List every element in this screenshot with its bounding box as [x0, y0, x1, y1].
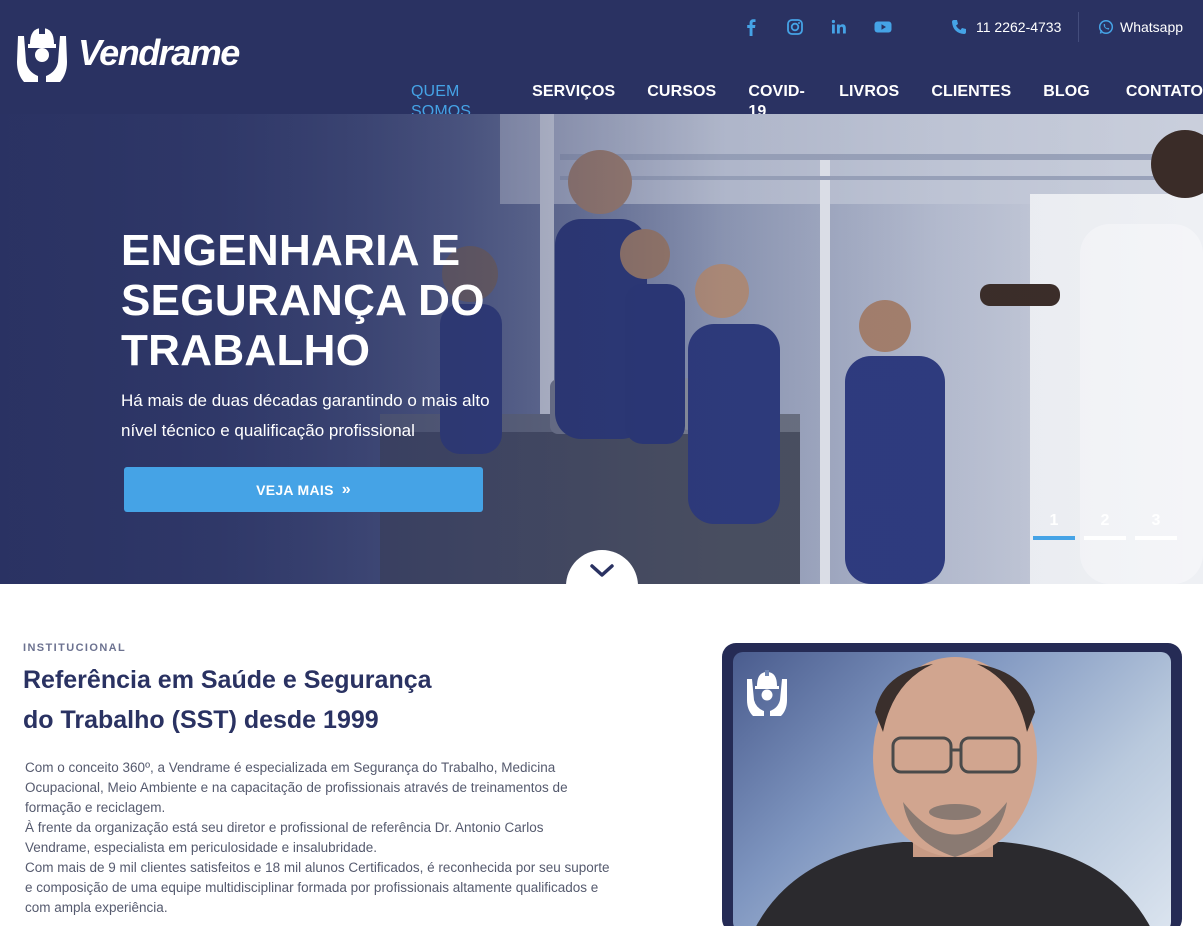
nav-item-clientes[interactable]: CLIENTES: [931, 82, 1011, 102]
linkedin-icon: [831, 19, 846, 34]
phone-number: 11 2262-4733: [976, 19, 1062, 35]
whatsapp-contact[interactable]: Whatsapp: [1098, 16, 1183, 38]
section-title: Referência em Saúde e Segurança do Traba…: [23, 666, 432, 734]
instagram-icon: [787, 19, 803, 35]
about-paragraph: Com mais de 9 mil clientes satisfeitos e…: [25, 860, 610, 915]
slide-bar: [1084, 536, 1126, 540]
about-text: Com o conceito 360º, a Vendrame é especi…: [25, 758, 610, 918]
nav-item-servicos[interactable]: SERVIÇOS: [532, 82, 615, 102]
nav-item-contato[interactable]: CONTATO: [1126, 82, 1203, 102]
about-paragraph: Com o conceito 360º, a Vendrame é especi…: [25, 760, 568, 815]
slide-bar: [1033, 536, 1075, 540]
hero-banner: ENGENHARIA E SEGURANÇA DO TRABALHO Há ma…: [0, 114, 1203, 584]
hero-title: ENGENHARIA E SEGURANÇA DO TRABALHO: [121, 226, 485, 375]
chevron-down-icon: [590, 564, 614, 577]
logo-watermark-icon: [747, 670, 787, 716]
double-chevron-right-icon: »: [341, 480, 351, 498]
logo-hands-helmet-icon: [17, 26, 67, 82]
instagram-link[interactable]: [784, 16, 806, 38]
nav-item-quem-somos[interactable]: QUEM SOMOS: [411, 82, 500, 120]
about-paragraph: À frente da organização está seu diretor…: [25, 820, 544, 855]
slide-indicator-1[interactable]: 1: [1033, 512, 1075, 540]
site-header: Vendrame 11 2262-4733 Whatsapp QUEM SOMO…: [0, 0, 1203, 120]
social-links: [740, 16, 916, 38]
logo-text: Vendrame: [78, 32, 240, 73]
director-portrait-image: [747, 657, 1150, 926]
nav-item-blog[interactable]: BLOG: [1043, 82, 1090, 102]
slide-bar: [1135, 536, 1177, 540]
header-divider: [1078, 12, 1079, 42]
director-photo: [733, 652, 1171, 926]
veja-mais-label: VEJA MAIS: [256, 481, 334, 498]
nav-item-cursos[interactable]: CURSOS: [647, 82, 716, 102]
linkedin-link[interactable]: [828, 16, 850, 38]
logo[interactable]: Vendrame: [14, 22, 240, 84]
phone-contact[interactable]: 11 2262-4733: [950, 16, 1061, 38]
whatsapp-icon: [1098, 19, 1114, 35]
facebook-icon: [747, 19, 756, 36]
phone-icon: [952, 20, 966, 34]
veja-mais-button[interactable]: VEJA MAIS »: [124, 467, 483, 512]
main-nav: QUEM SOMOS SERVIÇOS CURSOS COVID-19 LIVR…: [411, 82, 1203, 120]
slide-number: 3: [1151, 512, 1161, 529]
facebook-link[interactable]: [740, 16, 762, 38]
slider-pagination: 1 2 3: [1033, 512, 1186, 540]
hero-subtitle: Há mais de duas décadas garantindo o mai…: [121, 391, 490, 440]
whatsapp-label: Whatsapp: [1120, 19, 1184, 35]
slide-number: 1: [1049, 512, 1059, 529]
slide-indicator-3[interactable]: 3: [1135, 512, 1177, 540]
youtube-link[interactable]: [872, 16, 894, 38]
slide-indicator-2[interactable]: 2: [1084, 512, 1126, 540]
youtube-icon: [874, 21, 892, 33]
nav-item-covid-19[interactable]: COVID-19: [748, 82, 807, 120]
nav-item-livros[interactable]: LIVROS: [839, 82, 899, 102]
section-eyebrow: INSTITUCIONAL: [23, 642, 127, 654]
slide-number: 2: [1100, 512, 1110, 529]
